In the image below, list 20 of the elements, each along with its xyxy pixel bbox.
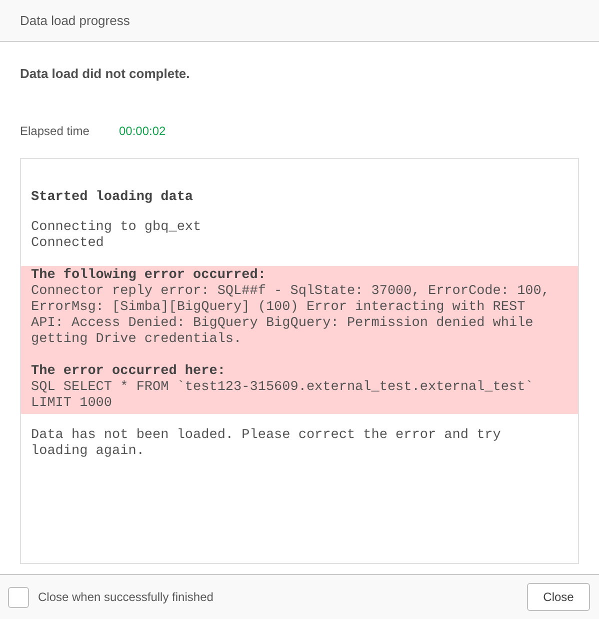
log-line: ErrorMsg: [Simba][BigQuery] (100) Error interacting with REST (31, 300, 526, 316)
close-button[interactable]: Close (527, 583, 590, 611)
log-line: API: Access Denied: BigQuery BigQuery: Permission denied while (31, 316, 534, 332)
log-heading: The following error occurred: (31, 268, 266, 284)
log-line: getting Drive credentials. (31, 332, 242, 348)
log-heading: The error occurred here: (31, 364, 226, 380)
log-line: SQL SELECT * FROM `test123-315609.external_test.external_test` (31, 380, 534, 396)
checkbox-label: Close when successfully finished (38, 589, 214, 606)
log-line: LIMIT 1000 (31, 396, 112, 412)
status-message: Data load did not complete. (20, 65, 191, 83)
window-title: Data load progress (20, 12, 130, 30)
log-line: Connecting to gbq_ext (31, 220, 202, 236)
log-line: Data has not been loaded. Please correct the error and try (31, 428, 501, 444)
elapsed-label: Elapsed time (20, 122, 90, 140)
log-line: Connected (31, 236, 104, 252)
log-line: loading again. (31, 444, 144, 460)
checkbox[interactable] (8, 586, 29, 608)
log-heading: Started loading data (31, 190, 194, 206)
elapsed-value: 00:00:02 (119, 122, 166, 140)
log-line: Connector reply error: SQL##f - SqlState: 37000, ErrorCode: 100, (31, 284, 550, 300)
